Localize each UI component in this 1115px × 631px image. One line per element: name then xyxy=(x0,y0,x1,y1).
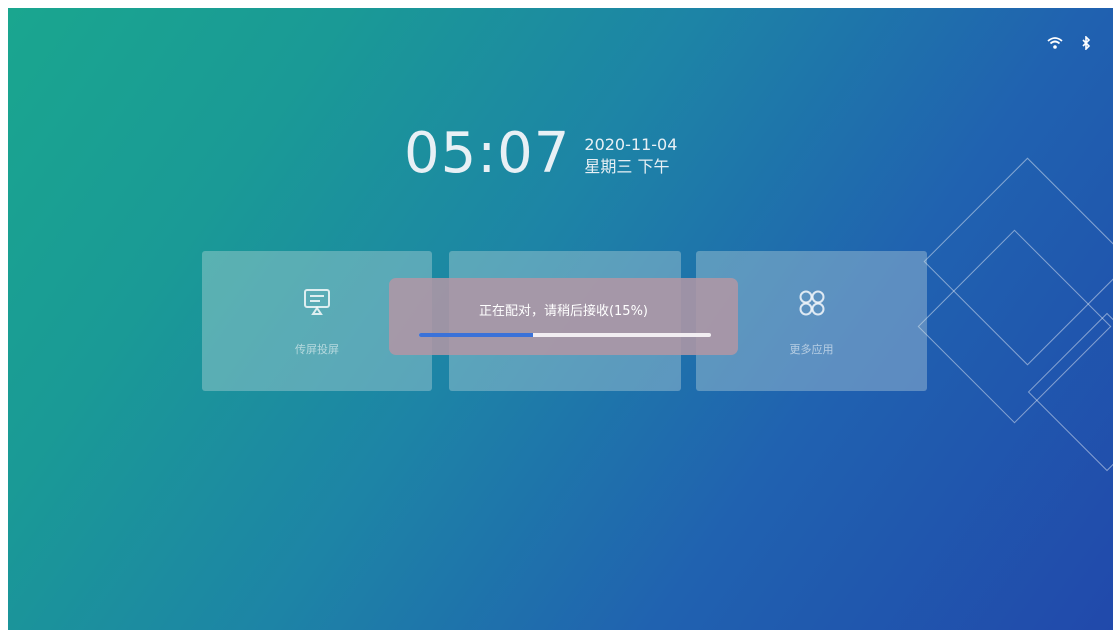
apps-icon xyxy=(797,288,827,322)
progress-bar xyxy=(419,333,711,337)
clock-time: 05:07 xyxy=(404,121,571,186)
clock-date-block: 2020-11-04 星期三 下午 xyxy=(584,134,677,178)
pairing-message: 正在配对，请稍后接收(15%) xyxy=(478,304,649,319)
pairing-progress-dialog: 正在配对，请稍后接收(15%) xyxy=(389,278,738,355)
status-bar xyxy=(1047,36,1091,50)
clock-weekday: 星期三 下午 xyxy=(584,157,670,176)
home-screen: 05:07 2020-11-04 星期三 下午 传屏投屏 更多应用 正在配对，请… xyxy=(8,8,1113,630)
progress-bar-fill xyxy=(419,333,533,337)
clock-date: 2020-11-04 xyxy=(584,135,678,154)
bluetooth-icon xyxy=(1081,36,1091,50)
screen-share-icon xyxy=(302,288,332,320)
wifi-icon xyxy=(1047,37,1063,49)
clock-widget: 05:07 2020-11-04 星期三 下午 xyxy=(404,126,677,182)
